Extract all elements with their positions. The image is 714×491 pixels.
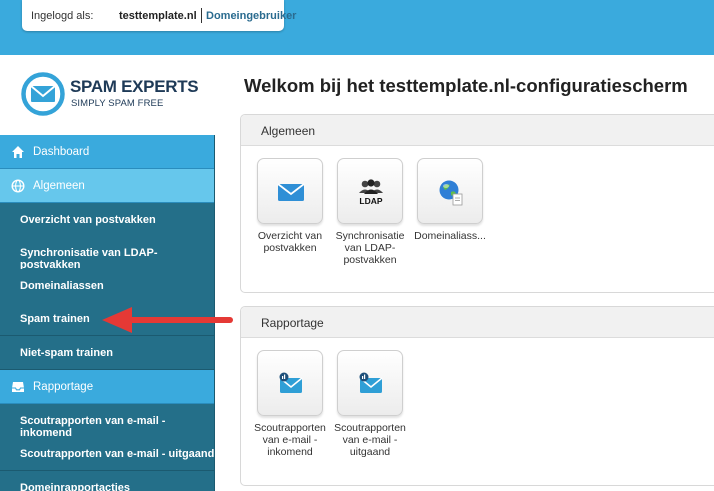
tile-label: Domeinaliass... [414, 230, 486, 242]
tile-scout-uitgaand[interactable] [337, 350, 403, 416]
sidebar-item-label: Domeinaliassen [20, 280, 104, 292]
sidebar-item-label: Domeinrapportacties [20, 482, 131, 491]
sidebar-item-domeinaliassen[interactable]: Domeinaliassen [0, 269, 214, 303]
sidebar-item-niet-spam-trainen[interactable]: Niet-spam trainen [0, 336, 214, 370]
tile-label: Overzicht van postvakken [257, 230, 323, 254]
inbox-icon [12, 382, 24, 392]
sidebar-item-label: Spam trainen [20, 313, 90, 325]
logo-brand: SPAM EXPERTS [70, 77, 199, 96]
page-title: Welkom bij het testtemplate.nl-configura… [244, 75, 688, 96]
login-domain: testtemplate.nl [119, 10, 197, 22]
sidebar-item-label: Scoutrapporten van e-mail - uitgaand [20, 448, 215, 460]
envelope-icon [277, 183, 305, 201]
sidebar-item-label: Dashboard [33, 146, 90, 158]
ldap-icon-text: LDAP [359, 196, 382, 206]
sidebar-item-label: Algemeen [33, 180, 85, 192]
sidebar-item-rapportage[interactable]: Rapportage [0, 370, 214, 404]
spam-experts-logo[interactable]: SPAM EXPERTS SIMPLY SPAM FREE [20, 71, 210, 117]
sidebar-item-scout-uitgaand[interactable]: Scoutrapporten van e-mail - uitgaand [0, 437, 215, 471]
sidebar-item-label: Synchronisatie van LDAP-postvakken [20, 247, 158, 271]
sidebar-item-algemeen[interactable]: Algemeen [0, 169, 214, 203]
mail-report-in-icon [279, 372, 303, 393]
panel-algemeen: Algemeen Overzicht van postvakken LDAP S… [240, 114, 714, 293]
sidebar-item-label: Scoutrapporten van e-mail - inkomend [20, 415, 166, 439]
tile-ldap-sync[interactable]: LDAP [337, 158, 403, 224]
home-icon [12, 146, 24, 158]
login-label: Ingelogd als: [31, 10, 94, 22]
sidebar-item-dashboard[interactable]: Dashboard [0, 135, 214, 169]
tile-overzicht-postvakken[interactable] [257, 158, 323, 224]
sidebar-item-label: Rapportage [33, 381, 94, 393]
sidebar-item-scout-inkomend[interactable]: Scoutrapporten van e-mail - inkomend [0, 404, 214, 439]
logo-tagline: SIMPLY SPAM FREE [71, 98, 164, 109]
login-info: Ingelogd als: testtemplate.nl Domeingebr… [22, 0, 296, 31]
globe-document-icon [439, 180, 463, 206]
mail-report-out-icon [359, 372, 383, 393]
tile-scout-inkomend[interactable] [257, 350, 323, 416]
sidebar-item-domeinrapportacties[interactable]: Domeinrapportacties [0, 471, 214, 491]
globe-icon [11, 179, 25, 193]
envelope-logo-icon [21, 72, 65, 116]
tile-label: Scoutrapporten van e-mail - uitgaand [334, 422, 406, 458]
panel-rapportage: Rapportage Scoutrapporten van e-mail - i… [240, 306, 714, 486]
tile-label: Synchronisatie van LDAP-postvakken [335, 230, 405, 266]
tile-label: Scoutrapporten van e-mail - inkomend [254, 422, 326, 458]
user-role-link[interactable]: Domeingebruiker [206, 10, 296, 22]
panel-title: Algemeen [241, 115, 714, 146]
top-bar: Ingelogd als: testtemplate.nl Domeingebr… [0, 0, 714, 55]
login-separator [201, 8, 202, 23]
sidebar-item-overzicht-postvakken[interactable]: Overzicht van postvakken [0, 203, 214, 237]
tile-domeinaliassen[interactable] [417, 158, 483, 224]
sidebar-item-label: Overzicht van postvakken [20, 214, 156, 226]
annotation-arrow-icon [102, 307, 233, 333]
panel-title: Rapportage [241, 307, 714, 338]
sidebar-item-label: Niet-spam trainen [20, 347, 113, 359]
ldap-users-icon: LDAP [359, 179, 383, 206]
sidebar-item-ldap-sync[interactable]: Synchronisatie van LDAP-postvakken [0, 236, 214, 271]
